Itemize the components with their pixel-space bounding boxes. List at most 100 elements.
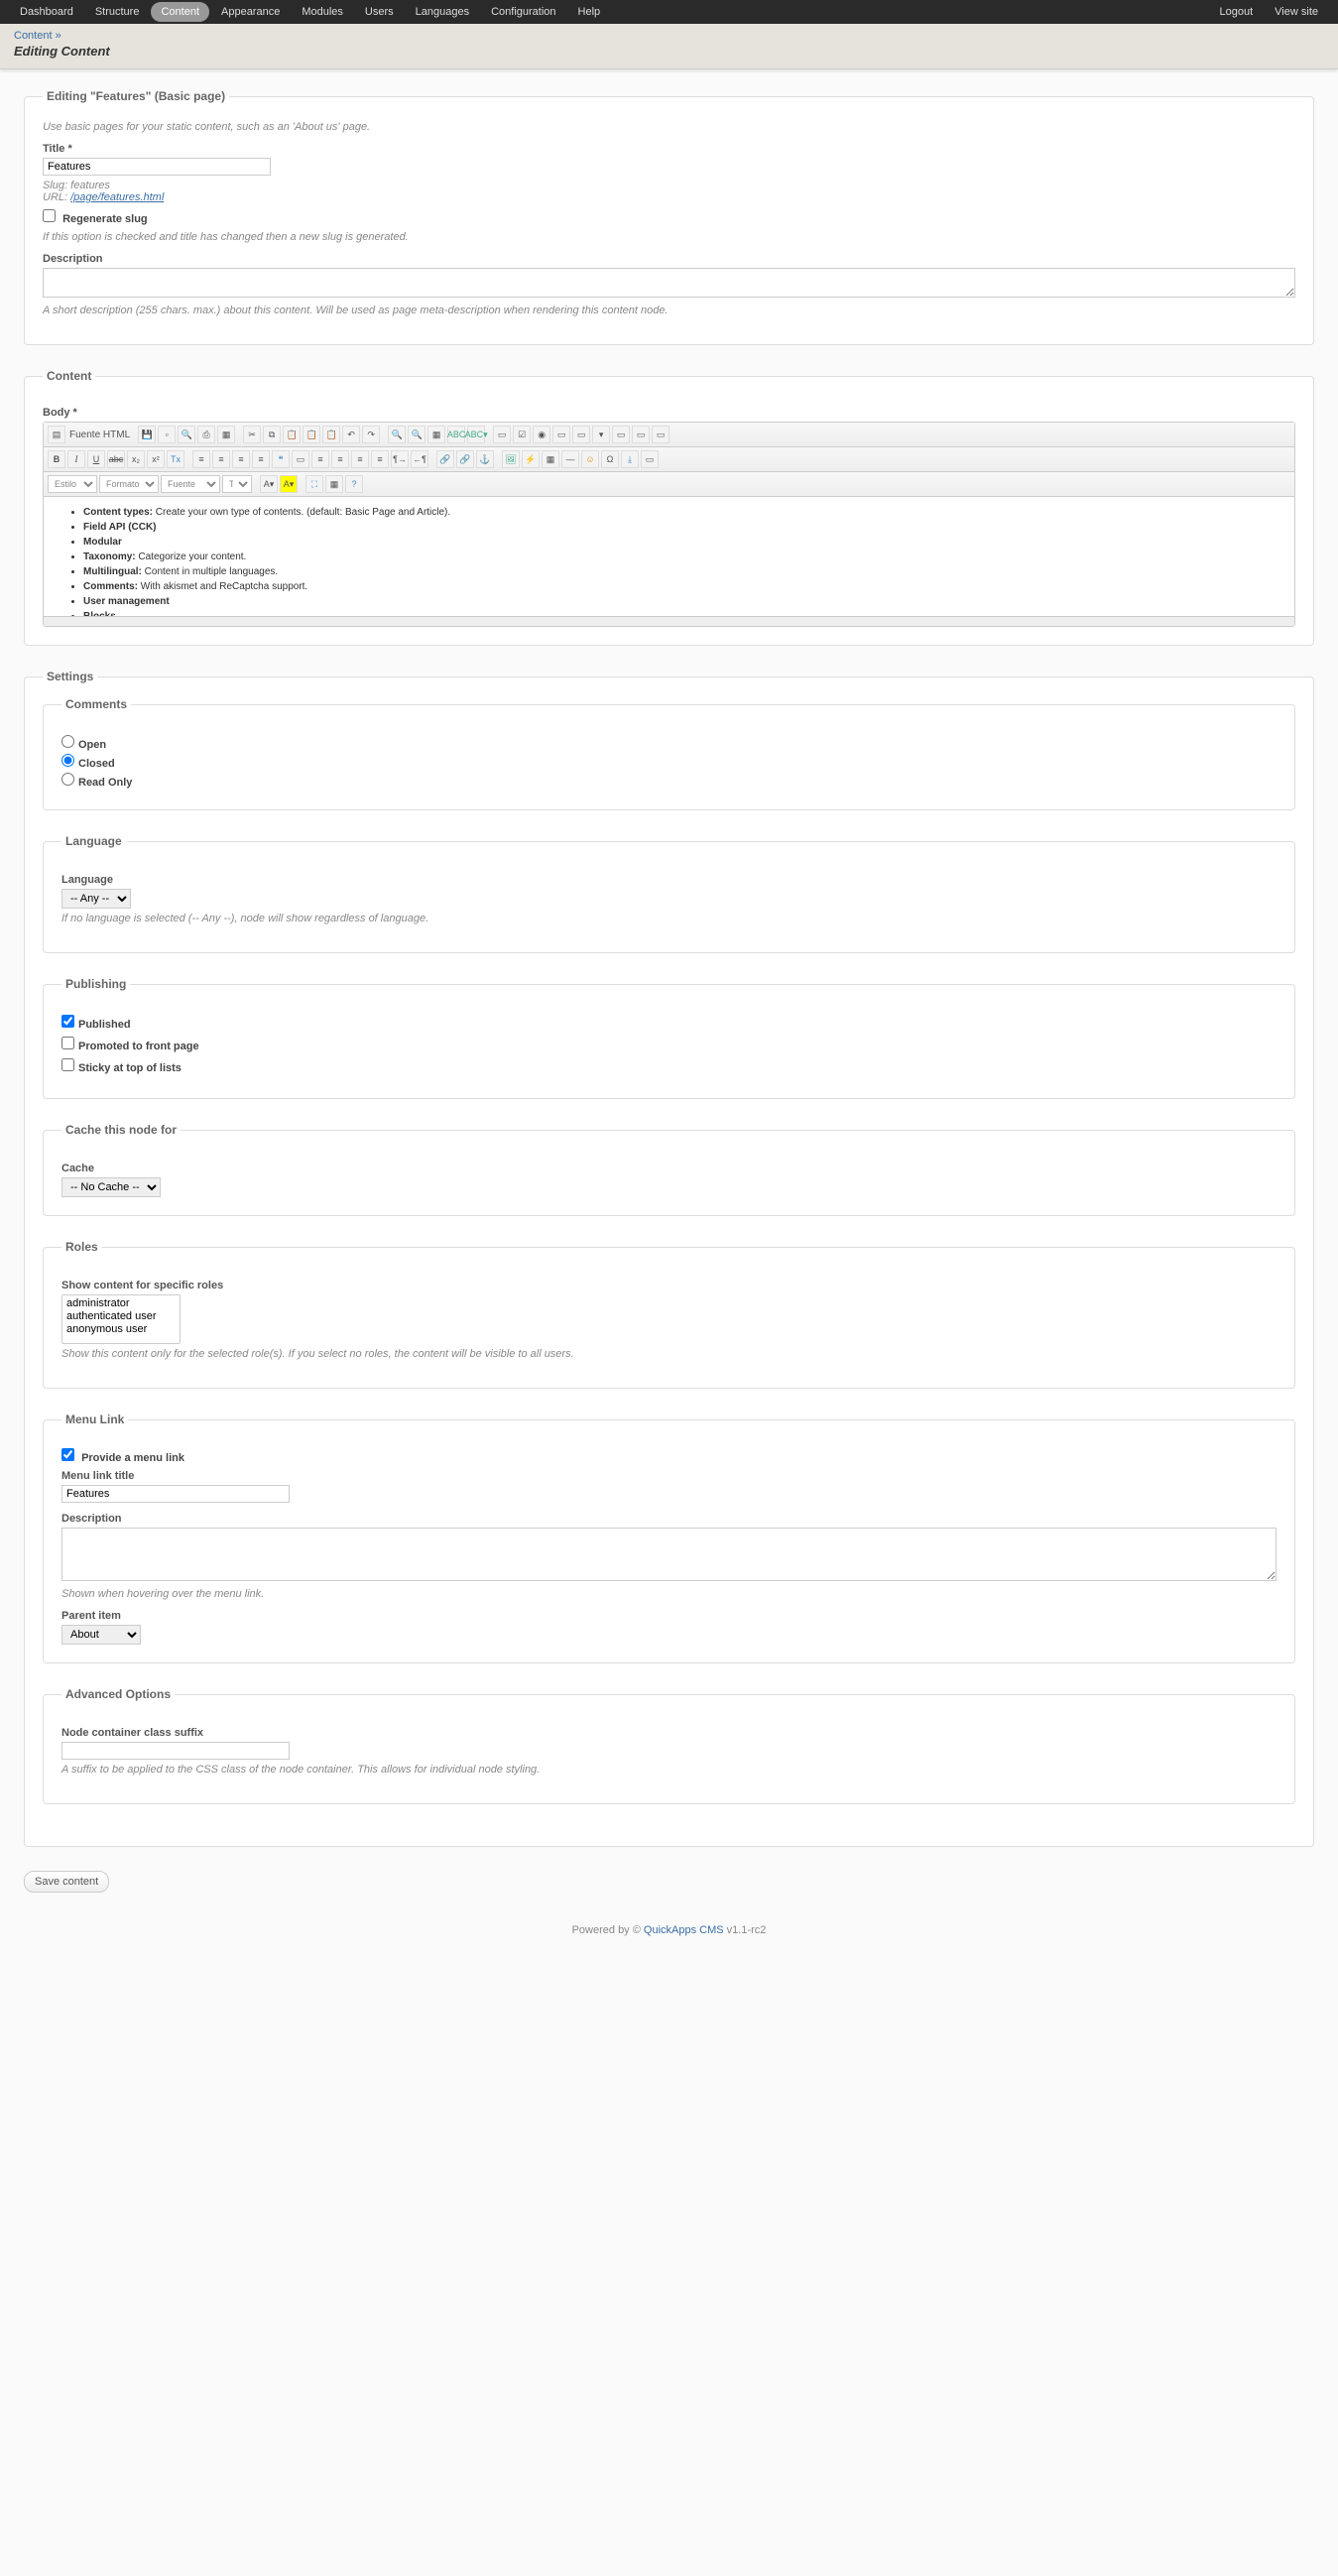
link-icon[interactable]: 🔗 — [436, 450, 454, 468]
aligncenter-icon[interactable]: ≡ — [331, 450, 349, 468]
italic-icon[interactable]: I — [67, 450, 85, 468]
textarea-icon[interactable]: ▭ — [572, 426, 590, 443]
title-input[interactable] — [43, 158, 271, 176]
checkbox-icon[interactable]: ☑ — [513, 426, 531, 443]
outdent-icon[interactable]: ≡ — [232, 450, 250, 468]
underline-icon[interactable]: U — [87, 450, 105, 468]
pagebreak-icon[interactable]: ⤓ — [621, 450, 639, 468]
undo-icon[interactable]: ↶ — [342, 426, 360, 443]
flash-icon[interactable]: ⚡ — [522, 450, 540, 468]
publishing-check-promoted-to-front-page[interactable] — [61, 1037, 74, 1049]
alignjustify-icon[interactable]: ≡ — [371, 450, 389, 468]
superscript-icon[interactable]: x² — [147, 450, 165, 468]
alignright-icon[interactable]: ≡ — [351, 450, 369, 468]
size-select[interactable]: T... — [222, 475, 252, 493]
cut-icon[interactable]: ✂ — [243, 426, 261, 443]
paste-word-icon[interactable]: 📋 — [322, 426, 340, 443]
button-icon[interactable]: ▭ — [612, 426, 630, 443]
smiley-icon[interactable]: ☺ — [581, 450, 599, 468]
paste-icon[interactable]: 📋 — [283, 426, 301, 443]
bulletlist-icon[interactable]: ≡ — [212, 450, 230, 468]
newpage-icon[interactable]: ▫ — [158, 426, 176, 443]
numberlist-icon[interactable]: ≡ — [192, 450, 210, 468]
font-select[interactable]: Fuente — [161, 475, 220, 493]
subscript-icon[interactable]: x₂ — [127, 450, 145, 468]
about-icon[interactable]: ? — [345, 475, 363, 493]
table-icon[interactable]: ▦ — [542, 450, 559, 468]
find-icon[interactable]: 🔍 — [388, 426, 406, 443]
scayt-icon[interactable]: ABC▾ — [467, 426, 485, 443]
comments-radio-open[interactable] — [61, 735, 74, 748]
regenerate-slug-checkbox[interactable] — [43, 209, 56, 222]
cache-select[interactable]: -- No Cache -- — [61, 1177, 161, 1197]
removeformat-icon[interactable]: Tx — [167, 450, 184, 468]
save-button[interactable]: Save content — [24, 1871, 109, 1893]
select-icon[interactable]: ▾ — [592, 426, 610, 443]
print-icon[interactable]: ⎙ — [197, 426, 215, 443]
textcolor-icon[interactable]: A▾ — [260, 475, 278, 493]
strike-icon[interactable]: abc — [107, 450, 125, 468]
parent-select[interactable]: About — [61, 1625, 141, 1645]
roles-select[interactable]: administratorauthenticated useranonymous… — [61, 1294, 181, 1344]
menulink-desc-textarea[interactable] — [61, 1528, 1277, 1581]
imagebutton-icon[interactable]: ▭ — [632, 426, 650, 443]
hr-icon[interactable]: — — [561, 450, 579, 468]
maximize-icon[interactable]: ⛶ — [305, 475, 323, 493]
templates-icon[interactable]: ▦ — [217, 426, 235, 443]
replace-icon[interactable]: 🔍 — [408, 426, 426, 443]
rtl-icon[interactable]: ←¶ — [411, 450, 428, 468]
source-label[interactable]: Fuente HTML — [69, 429, 130, 440]
bgcolor-icon[interactable]: A▾ — [280, 475, 298, 493]
alignleft-icon[interactable]: ≡ — [311, 450, 329, 468]
url-link[interactable]: /page/features.html — [70, 191, 164, 203]
spellcheck-icon[interactable]: ABC — [447, 426, 465, 443]
div-icon[interactable]: ▭ — [292, 450, 309, 468]
save-icon[interactable]: 💾 — [138, 426, 156, 443]
showblocks-icon[interactable]: ▦ — [325, 475, 343, 493]
image-icon[interactable]: 🖼 — [502, 450, 520, 468]
specialchar-icon[interactable]: Ω — [601, 450, 619, 468]
unlink-icon[interactable]: 🔗 — [456, 450, 474, 468]
anchor-icon[interactable]: ⚓ — [476, 450, 494, 468]
preview-icon[interactable]: 🔍 — [178, 426, 195, 443]
provide-menu-checkbox[interactable] — [61, 1448, 74, 1461]
menulink-title-input[interactable] — [61, 1485, 290, 1503]
nav-help[interactable]: Help — [568, 2, 611, 22]
bold-icon[interactable]: B — [48, 450, 65, 468]
publishing-check-published[interactable] — [61, 1015, 74, 1028]
format-select[interactable]: Formato — [99, 475, 159, 493]
language-select[interactable]: -- Any -- — [61, 889, 131, 909]
selectall-icon[interactable]: ▦ — [427, 426, 445, 443]
source-icon[interactable]: ▤ — [48, 426, 65, 443]
copy-icon[interactable]: ⧉ — [263, 426, 281, 443]
hidden-icon[interactable]: ▭ — [652, 426, 669, 443]
paste-text-icon[interactable]: 📋 — [303, 426, 320, 443]
editor-content[interactable]: Content types: Create your own type of c… — [44, 497, 1294, 616]
blockquote-icon[interactable]: ❝ — [272, 450, 290, 468]
comments-radio-closed[interactable] — [61, 754, 74, 767]
nav-modules[interactable]: Modules — [292, 2, 353, 22]
indent-icon[interactable]: ≡ — [252, 450, 270, 468]
style-select[interactable]: Estilo — [48, 475, 97, 493]
redo-icon[interactable]: ↷ — [362, 426, 380, 443]
nav-configuration[interactable]: Configuration — [481, 2, 565, 22]
nav-dashboard[interactable]: Dashboard — [10, 2, 83, 22]
editor-resize[interactable] — [44, 616, 1294, 626]
comments-radio-read-only[interactable] — [61, 773, 74, 786]
nav-structure[interactable]: Structure — [85, 2, 150, 22]
nav-appearance[interactable]: Appearance — [211, 2, 290, 22]
textfield-icon[interactable]: ▭ — [552, 426, 570, 443]
footer-link[interactable]: QuickApps CMS — [644, 1924, 724, 1936]
description-textarea[interactable] — [43, 268, 1295, 298]
nav-logout[interactable]: Logout — [1210, 2, 1264, 22]
nav-view-site[interactable]: View site — [1265, 2, 1328, 22]
suffix-input[interactable] — [61, 1742, 290, 1760]
nav-languages[interactable]: Languages — [406, 2, 479, 22]
iframe-icon[interactable]: ▭ — [641, 450, 659, 468]
nav-content[interactable]: Content — [151, 2, 209, 22]
radio-icon[interactable]: ◉ — [533, 426, 550, 443]
publishing-check-sticky-at-top-of-lists[interactable] — [61, 1058, 74, 1071]
nav-users[interactable]: Users — [355, 2, 404, 22]
breadcrumb-link[interactable]: Content — [14, 30, 53, 42]
ltr-icon[interactable]: ¶→ — [391, 450, 409, 468]
